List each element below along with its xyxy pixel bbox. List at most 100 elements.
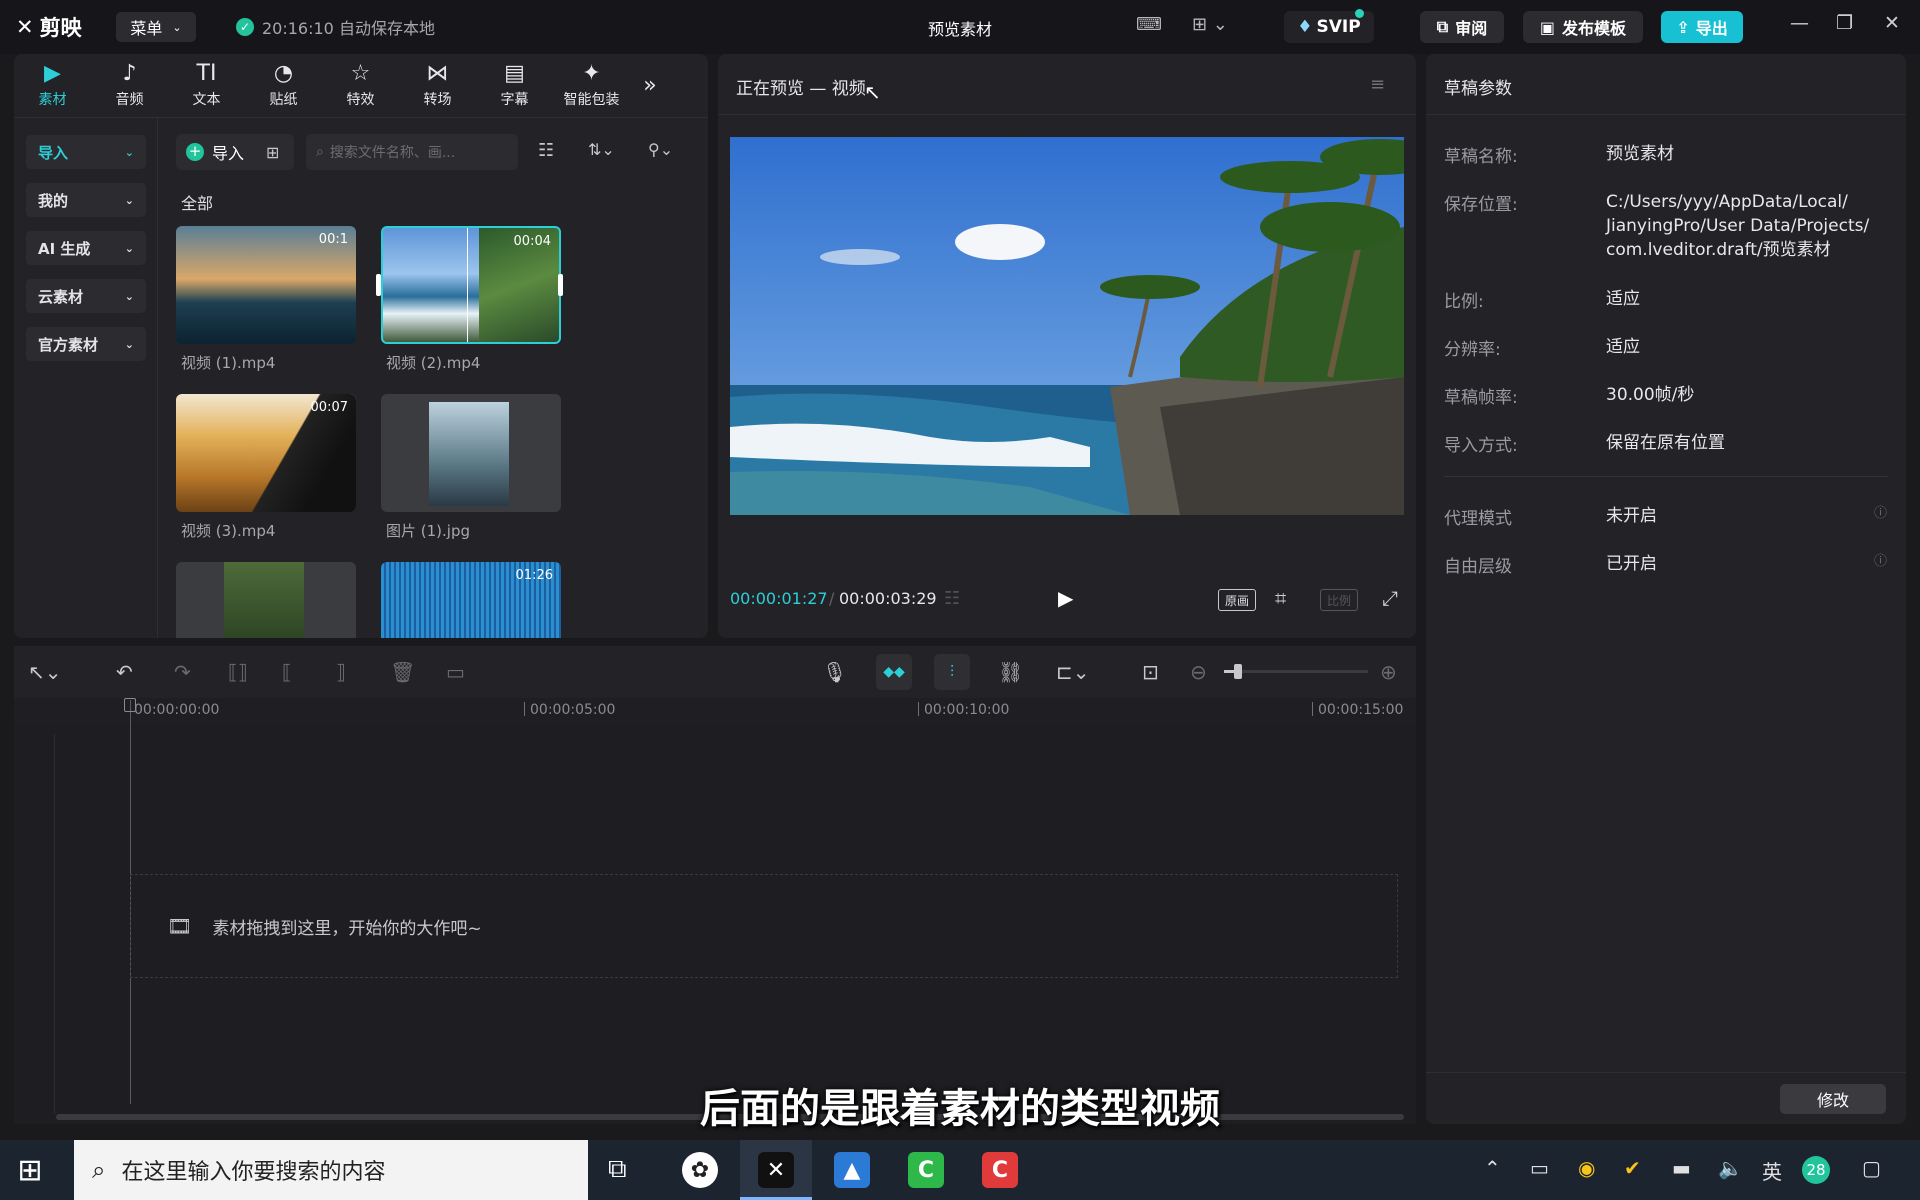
app-icon-davinci[interactable]: ✿ xyxy=(682,1152,718,1188)
app-icon-photos[interactable]: ▲ xyxy=(834,1152,870,1188)
sidenav-ai-generate[interactable]: AI 生成 ⌄ xyxy=(26,231,146,265)
ime-indicator[interactable]: 英 xyxy=(1762,1156,1782,1185)
chevron-down-icon: ⌄ xyxy=(124,289,134,303)
sidenav-official[interactable]: 官方素材 ⌄ xyxy=(26,327,146,361)
ruler-tick: 00:00:10:00 xyxy=(924,702,1010,718)
sidenav-mine[interactable]: 我的 ⌄ xyxy=(26,183,146,217)
media-thumb-video-2[interactable]: 00:04 xyxy=(381,226,561,344)
link-icon[interactable]: ⛓ xyxy=(998,660,1023,684)
edit-icon[interactable]: ▭ xyxy=(446,660,465,684)
shortcut-icon[interactable]: ⌨ xyxy=(1136,14,1162,35)
ratio-button[interactable]: 比例 xyxy=(1320,589,1358,611)
action-center-icon[interactable]: ▢ xyxy=(1862,1156,1881,1180)
param-label: 代理模式 xyxy=(1444,509,1512,529)
zoom-knob[interactable] xyxy=(1234,664,1243,679)
export-button[interactable]: ⇪ 导出 xyxy=(1661,11,1743,43)
preview-video[interactable] xyxy=(730,137,1404,515)
delete-icon[interactable]: 🗑 xyxy=(390,660,415,684)
tab-audio[interactable]: ♪ 音频 xyxy=(91,54,168,118)
help-icon[interactable]: ⓘ xyxy=(1874,502,1887,521)
sidenav-import[interactable]: 导入 ⌄ xyxy=(26,135,146,169)
more-tabs-button[interactable]: » xyxy=(630,54,670,118)
fullscreen-icon[interactable]: ⤢ xyxy=(1382,586,1398,610)
auto-snap-icon[interactable]: ⫶ xyxy=(934,654,970,690)
redo-icon[interactable]: ↷ xyxy=(174,660,191,684)
original-quality-button[interactable]: 原画 xyxy=(1218,589,1256,611)
param-label: 保存位置: xyxy=(1444,195,1518,215)
tab-material[interactable]: ▶ 素材 xyxy=(14,54,91,118)
split-icon[interactable]: ⟦⟧ xyxy=(228,660,248,684)
battery-icon[interactable]: ▬ xyxy=(1672,1156,1691,1180)
text-icon: TI xyxy=(196,61,217,86)
main-track-magnet-icon[interactable]: ◆◆ xyxy=(876,654,912,690)
select-cursor-icon[interactable]: ↖⌄ xyxy=(28,660,62,684)
param-label: 分辨率: xyxy=(1444,340,1501,360)
zoom-slider[interactable] xyxy=(1224,664,1368,679)
media-thumb-video-3[interactable]: 00:07 xyxy=(176,394,356,512)
preview-axis-icon[interactable]: ⊏⌄ xyxy=(1056,660,1090,684)
timeline-drop-zone[interactable]: 🎞 素材拖拽到这里，开始你的大作吧~ xyxy=(130,874,1398,978)
tab-effects[interactable]: ☆ 特效 xyxy=(322,54,399,118)
zoom-fit-icon[interactable]: ⊡ xyxy=(1142,660,1159,684)
checkmark-icon[interactable]: ✔ xyxy=(1624,1156,1641,1180)
layout-icon[interactable]: ⊞ ⌄ xyxy=(1192,14,1228,35)
tab-smart-pack[interactable]: ✦ 智能包装 xyxy=(553,54,630,118)
help-icon[interactable]: ⓘ xyxy=(1874,550,1887,569)
media-thumb-image-1[interactable] xyxy=(381,394,561,512)
app-icon-camtasia-green[interactable]: C xyxy=(908,1152,944,1188)
zoom-in-icon[interactable]: ⊕ xyxy=(1380,660,1397,684)
split-right-icon[interactable]: ⟧ xyxy=(336,660,346,684)
play-icon[interactable]: ▶ xyxy=(1058,586,1073,610)
grid-icon[interactable]: ⊞ xyxy=(266,143,279,162)
review-button[interactable]: ⧉ 审阅 xyxy=(1420,11,1504,43)
grid-lines-icon[interactable]: ☷ xyxy=(944,588,960,609)
microphone-icon[interactable]: 🎙 xyxy=(822,660,847,684)
import-button[interactable]: + 导入 ⊞ xyxy=(176,134,294,170)
ruler-tick: 00:00:00:00 xyxy=(134,702,220,718)
task-view-icon[interactable]: ⧉ xyxy=(608,1154,627,1185)
tab-caption[interactable]: ▤ 字幕 xyxy=(476,54,553,118)
shield-icon[interactable]: ◉ xyxy=(1578,1156,1595,1180)
media-thumb-video-1[interactable]: 00:1 xyxy=(176,226,356,344)
media-thumb-audio[interactable]: 01:26 xyxy=(381,562,561,638)
media-caption: 视频 (1).mp4 xyxy=(181,354,276,372)
section-label: 全部 xyxy=(181,194,214,213)
menu-button[interactable]: 菜单 ⌄ xyxy=(116,12,196,42)
windows-start-icon[interactable]: ⊞ xyxy=(12,1152,48,1188)
trim-handle-left[interactable] xyxy=(376,274,381,296)
param-label: 草稿名称: xyxy=(1444,147,1518,167)
menu-lines-icon[interactable]: ≡ xyxy=(1370,74,1385,95)
undo-icon[interactable]: ↶ xyxy=(116,660,133,684)
volume-icon[interactable]: 🔈 xyxy=(1718,1156,1743,1180)
current-timecode: 00:00:01:27 xyxy=(730,589,828,608)
minimize-icon[interactable]: — xyxy=(1790,12,1809,34)
screenshot-icon[interactable]: ⌗ xyxy=(1275,586,1286,610)
tab-transition[interactable]: ⋈ 转场 xyxy=(399,54,476,118)
app-icon-camtasia-red[interactable]: C xyxy=(982,1152,1018,1188)
playhead-handle[interactable] xyxy=(124,698,136,712)
taskbar-search[interactable]: ⌕ 在这里输入你要搜索的内容 xyxy=(74,1140,588,1200)
split-left-icon[interactable]: ⟦ xyxy=(282,660,292,684)
zoom-out-icon[interactable]: ⊖ xyxy=(1190,660,1207,684)
trim-handle-right[interactable] xyxy=(558,274,563,296)
restore-icon[interactable]: ❐ xyxy=(1836,12,1853,34)
chevron-up-icon[interactable]: ⌃ xyxy=(1484,1156,1501,1180)
publish-template-button[interactable]: ▣ 发布模板 xyxy=(1523,11,1643,43)
sidenav-cloud[interactable]: 云素材 ⌄ xyxy=(26,279,146,313)
media-thumb-5[interactable] xyxy=(176,562,356,638)
params-title: 草稿参数 xyxy=(1444,79,1512,99)
app-icon-capcut[interactable]: ✕ xyxy=(758,1152,794,1188)
network-icon[interactable]: ▭ xyxy=(1530,1156,1549,1180)
filter-icon[interactable]: ⚲⌄ xyxy=(648,140,673,159)
media-search-input[interactable]: ⌕ 搜索文件名称、画... xyxy=(306,134,518,170)
search-icon: ⌕ xyxy=(316,144,324,160)
material-icon: ▶ xyxy=(44,61,61,86)
notification-badge[interactable]: 28 xyxy=(1802,1156,1830,1184)
tab-sticker[interactable]: ◔ 贴纸 xyxy=(245,54,322,118)
svip-button[interactable]: ♦ SVIP xyxy=(1284,9,1374,43)
chevron-down-icon: ⌄ xyxy=(124,193,134,207)
close-icon[interactable]: ✕ xyxy=(1884,12,1900,34)
sort-icon[interactable]: ⇅⌄ xyxy=(588,140,615,159)
tab-text[interactable]: TI 文本 xyxy=(168,54,245,118)
view-mode-icon[interactable]: ☷ xyxy=(538,140,554,161)
